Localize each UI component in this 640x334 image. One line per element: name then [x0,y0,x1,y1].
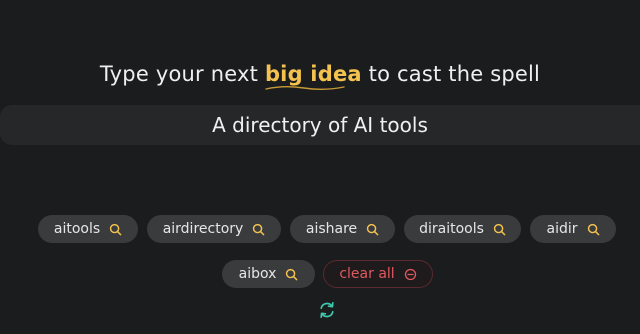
chip-label: airdirectory [162,221,244,237]
clear-all-label: clear all [339,266,395,282]
suggestion-chip-diraitools[interactable]: diraitools [404,215,521,243]
title-prefix: Type your next [99,62,265,86]
idea-input-value: A directory of AI tools [212,113,428,137]
chip-label: aibox [238,266,277,282]
search-icon [109,223,122,235]
refresh-button[interactable] [317,300,337,320]
chip-label: diraitools [419,221,484,237]
title-suffix: to cast the spell [368,62,541,86]
search-icon [366,223,379,235]
suggestion-chip-aishare[interactable]: aishare [290,215,395,243]
page-title: Type your next big idea to cast the spel… [0,62,640,90]
chip-label: aishare [305,221,358,237]
clear-all-button[interactable]: clear all [323,260,433,288]
search-icon [286,268,298,280]
underline-squiggle-icon [265,86,345,90]
idea-input[interactable]: A directory of AI tools [0,105,640,145]
search-icon [493,223,506,235]
refresh-icon [320,301,334,319]
chip-label: aidir [546,221,578,237]
cut-off-top-element [578,0,620,2]
search-icon [253,223,265,235]
search-icon [587,223,599,235]
suggestion-chip-aitools[interactable]: aitools [38,215,138,243]
suggestion-chip-aibox[interactable]: aibox [222,260,315,288]
suggestion-chip-airdirectory[interactable]: airdirectory [147,215,281,243]
chip-label: aitools [53,221,101,237]
minus-circle-icon [404,268,416,280]
title-highlight: big idea [265,62,362,90]
suggestion-chip-aidir[interactable]: aidir [530,215,616,243]
